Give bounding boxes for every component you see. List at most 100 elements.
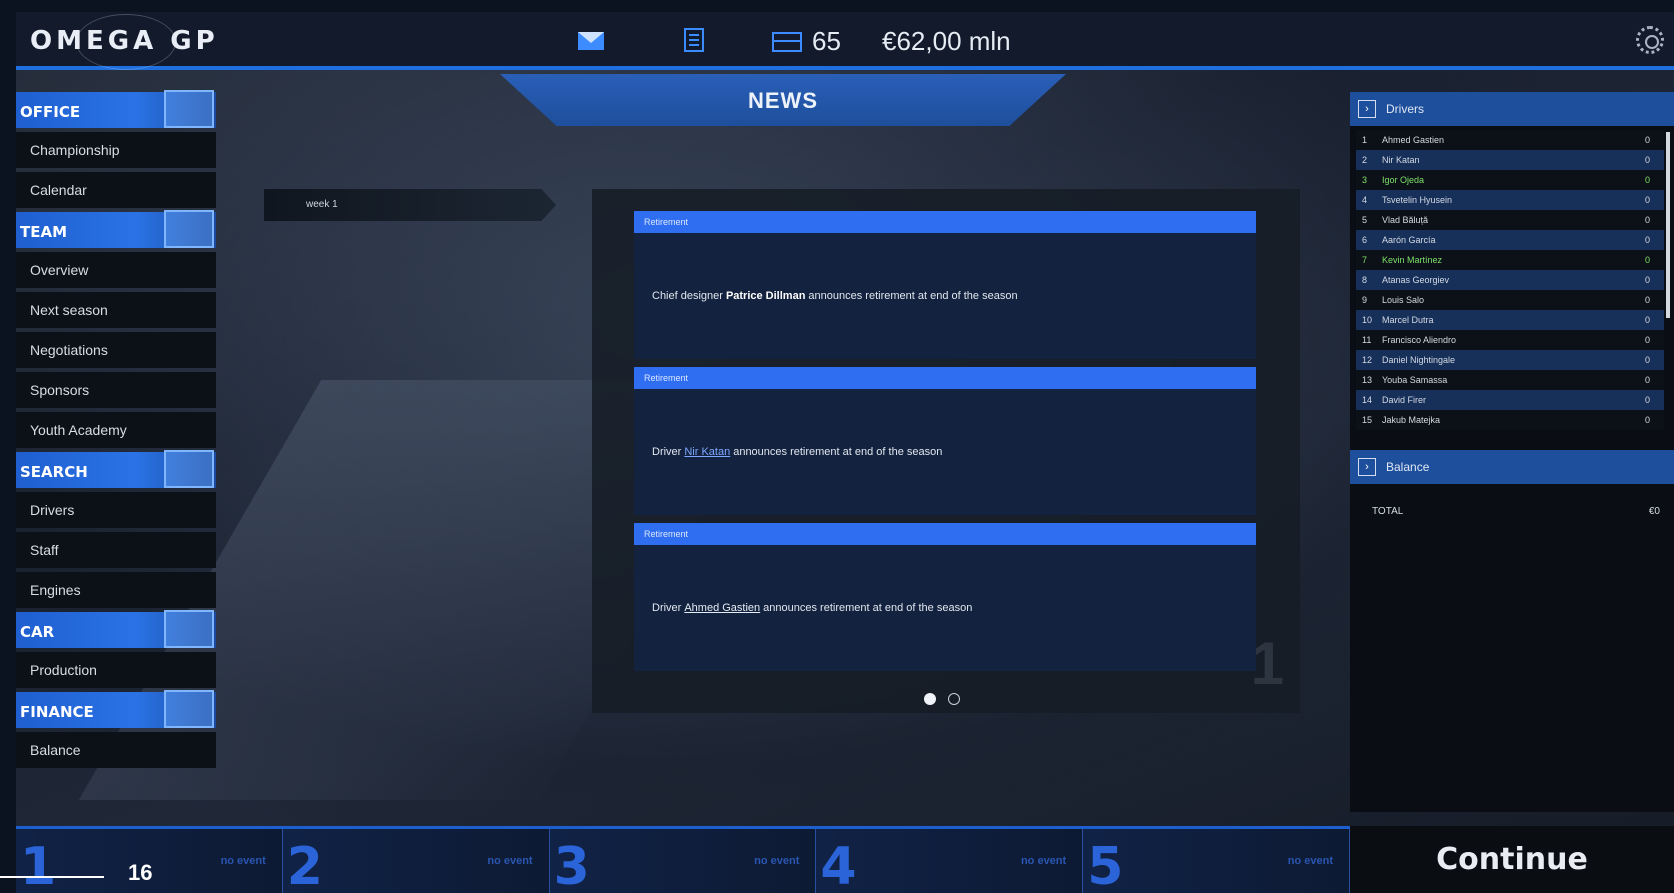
driver-position: 14: [1362, 395, 1373, 405]
sidebar-item-staff[interactable]: Staff: [16, 532, 216, 568]
news-body: Chief designer Patrice Dillman announces…: [634, 233, 1256, 359]
driver-row[interactable]: 8 Atanas Georgiev 0: [1356, 270, 1664, 290]
section-label: SEARCH: [20, 463, 88, 481]
car-icon: [164, 610, 214, 648]
pagination-dots: [924, 692, 968, 710]
page-dot[interactable]: [948, 693, 961, 705]
news-driver-link[interactable]: Nir Katan: [684, 446, 730, 458]
section-label: TEAM: [20, 223, 68, 241]
news-text-post: announces retirement at end of the seaso…: [763, 602, 973, 614]
sidebar: OFFICE Championship Calendar TEAM Overvi…: [16, 90, 216, 772]
drivers-panel-title: Drivers: [1386, 102, 1424, 116]
briefcase-icon[interactable]: [772, 32, 802, 52]
news-driver-link[interactable]: Ahmed Gastien: [684, 602, 760, 614]
page-dot-active[interactable]: [924, 693, 936, 705]
driver-name: Louis Salo: [1382, 295, 1425, 305]
sidebar-item-production[interactable]: Production: [16, 652, 216, 688]
helmet-icon: [164, 210, 214, 248]
driver-points: 0: [1644, 415, 1650, 425]
driver-name: Francisco Aliendro: [1382, 335, 1457, 345]
event-number: 5: [1087, 837, 1124, 893]
driver-points: 0: [1644, 215, 1650, 225]
news-body: Driver Ahmed Gastien announces retiremen…: [634, 545, 1256, 671]
balance-total-value: €0: [1648, 506, 1660, 517]
drivers-panel-header[interactable]: › Drivers: [1350, 92, 1674, 126]
driver-points: 0: [1644, 315, 1650, 325]
balance-panel-header[interactable]: › Balance: [1350, 450, 1674, 484]
phone-icon: [164, 450, 214, 488]
driver-name: Nir Katan: [1382, 155, 1420, 165]
driver-row[interactable]: 14 David Firer 0: [1356, 390, 1664, 410]
driver-row[interactable]: 9 Louis Salo 0: [1356, 290, 1664, 310]
driver-row[interactable]: 13 Youba Samassa 0: [1356, 370, 1664, 390]
sidebar-item-next-season[interactable]: Next season: [16, 292, 216, 328]
driver-name: Marcel Dutra: [1382, 315, 1434, 325]
continue-button[interactable]: Continue: [1350, 826, 1674, 893]
news-category: Retirement: [634, 211, 1256, 233]
driver-row[interactable]: 1 Ahmed Gastien 0: [1356, 130, 1664, 150]
news-category: Retirement: [634, 367, 1256, 389]
section-car: CAR: [16, 610, 216, 648]
event-text: no event: [754, 855, 800, 867]
driver-points: 0: [1644, 355, 1650, 365]
driver-row[interactable]: 4 Tsvetelin Hyusein 0: [1356, 190, 1664, 210]
right-panel: › Drivers 1 Ahmed Gastien 0 2 Nir Katan 0 3 Igo…: [1350, 92, 1674, 812]
driver-position: 13: [1362, 375, 1373, 385]
sidebar-item-youth-academy[interactable]: Youth Academy: [16, 412, 216, 448]
driver-row[interactable]: 7 Kevin Martínez 0: [1356, 250, 1664, 270]
sidebar-item-engines[interactable]: Engines: [16, 572, 216, 608]
event-slot[interactable]: 3 no event: [549, 829, 817, 893]
news-card: Retirement Driver Ahmed Gastien announce…: [634, 523, 1256, 671]
driver-points: 0: [1644, 395, 1650, 405]
bar-chart-icon: [164, 690, 214, 728]
driver-row[interactable]: 12 Daniel Nightingale 0: [1356, 350, 1664, 370]
driver-row[interactable]: 15 Jakub Matejka 0: [1356, 410, 1664, 430]
news-text-post: announces retirement at end of the seaso…: [733, 446, 943, 458]
driver-position: 8: [1362, 275, 1368, 285]
sidebar-item-sponsors[interactable]: Sponsors: [16, 372, 216, 408]
news-card: Retirement Driver Nir Katan announces re…: [634, 367, 1256, 515]
driver-row[interactable]: 6 Aarón García 0: [1356, 230, 1664, 250]
sidebar-item-balance[interactable]: Balance: [16, 732, 216, 768]
gear-icon[interactable]: [1636, 26, 1664, 54]
top-bar: OMEGA GP 65 €62,00 mln: [16, 12, 1674, 70]
sidebar-item-calendar[interactable]: Calendar: [16, 172, 216, 208]
newspaper-icon[interactable]: [684, 28, 704, 52]
driver-position: 15: [1362, 415, 1373, 425]
driver-row[interactable]: 2 Nir Katan 0: [1356, 150, 1664, 170]
driver-points: 0: [1644, 135, 1650, 145]
event-number: 1: [20, 837, 57, 893]
driver-points: 0: [1644, 335, 1650, 345]
driver-row[interactable]: 10 Marcel Dutra 0: [1356, 310, 1664, 330]
driver-name: Kevin Martínez: [1382, 255, 1443, 265]
section-search: SEARCH: [16, 450, 216, 488]
mail-icon[interactable]: [578, 32, 604, 50]
week-selector[interactable]: week 1: [264, 189, 556, 221]
sidebar-item-overview[interactable]: Overview: [16, 252, 216, 288]
driver-row[interactable]: 5 Vlad Băluță 0: [1356, 210, 1664, 230]
monitor-icon: [164, 90, 214, 128]
driver-points: 0: [1644, 175, 1650, 185]
driver-row[interactable]: 3 Igor Ojeda 0: [1356, 170, 1664, 190]
driver-row[interactable]: 11 Francisco Aliendro 0: [1356, 330, 1664, 350]
news-header-tab: NEWS: [500, 74, 1066, 126]
sidebar-item-drivers[interactable]: Drivers: [16, 492, 216, 528]
page-number: 16: [128, 860, 153, 885]
chevron-right-icon[interactable]: ›: [1358, 458, 1376, 476]
balance-panel-title: Balance: [1386, 460, 1430, 474]
news-body: Driver Nir Katan announces retirement at…: [634, 389, 1256, 515]
sidebar-item-championship[interactable]: Championship: [16, 132, 216, 168]
driver-position: 9: [1362, 295, 1368, 305]
balance-total-row: TOTAL €0: [1350, 484, 1674, 517]
event-slot[interactable]: 4 no event: [816, 829, 1084, 893]
driver-position: 10: [1362, 315, 1373, 325]
driver-points: 0: [1644, 375, 1650, 385]
sidebar-item-negotiations[interactable]: Negotiations: [16, 332, 216, 368]
event-slot[interactable]: 5 no event: [1083, 829, 1350, 893]
event-text: no event: [487, 855, 533, 867]
event-slot[interactable]: 2 no event: [282, 829, 550, 893]
chevron-right-icon[interactable]: ›: [1358, 100, 1376, 118]
section-label: OFFICE: [20, 103, 81, 121]
drivers-scrollbar[interactable]: [1666, 132, 1670, 318]
news-title: NEWS: [748, 88, 818, 113]
